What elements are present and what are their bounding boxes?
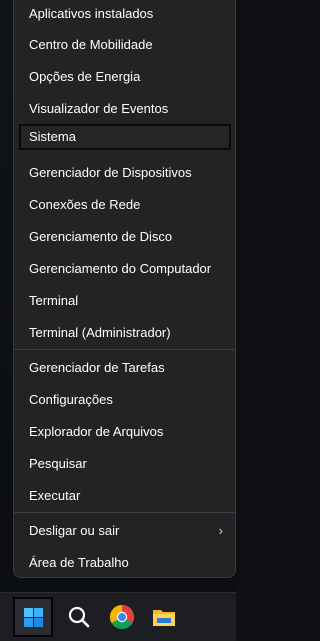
menu-item-task-manager[interactable]: Gerenciador de Tarefas [19, 355, 231, 381]
menu-item-power-options[interactable]: Opções de Energia [19, 64, 231, 90]
menu-item-settings[interactable]: Configurações [19, 387, 231, 413]
search-icon[interactable] [60, 598, 98, 636]
windows-logo [24, 608, 44, 628]
menu-divider [14, 349, 236, 350]
menu-item-search[interactable]: Pesquisar [19, 451, 231, 477]
menu-item-mobility-center[interactable]: Centro de Mobilidade [19, 32, 231, 58]
menu-item-device-manager[interactable]: Gerenciador de Dispositivos [19, 160, 231, 186]
menu-item-disk-management[interactable]: Gerenciamento de Disco [19, 224, 231, 250]
menu-item-file-explorer[interactable]: Explorador de Arquivos [19, 419, 231, 445]
menu-item-terminal-admin[interactable]: Terminal (Administrador) [19, 320, 231, 346]
menu-item-event-viewer[interactable]: Visualizador de Eventos [19, 96, 231, 122]
menu-item-shutdown-signout[interactable]: Desligar ou sair › [19, 518, 231, 544]
file-explorer-icon[interactable] [145, 598, 183, 636]
desktop-screen: Aplicativos instalados Centro de Mobilid… [0, 0, 236, 641]
menu-divider [14, 512, 236, 513]
menu-item-installed-apps[interactable]: Aplicativos instalados [19, 1, 231, 27]
menu-item-desktop[interactable]: Área de Trabalho [19, 550, 231, 576]
chevron-right-icon: › [218, 523, 223, 538]
quick-link-menu: Aplicativos instalados Centro de Mobilid… [13, 0, 236, 578]
menu-item-terminal[interactable]: Terminal [19, 288, 231, 314]
windows-start-icon[interactable] [13, 597, 53, 637]
menu-item-run[interactable]: Executar [19, 483, 231, 509]
menu-item-system[interactable]: Sistema [19, 124, 231, 150]
menu-item-label: Desligar ou sair [29, 523, 120, 538]
menu-item-network-connections[interactable]: Conexões de Rede [19, 192, 231, 218]
chrome-icon[interactable] [103, 598, 141, 636]
taskbar [0, 592, 236, 641]
menu-item-computer-management[interactable]: Gerenciamento do Computador [19, 256, 231, 282]
